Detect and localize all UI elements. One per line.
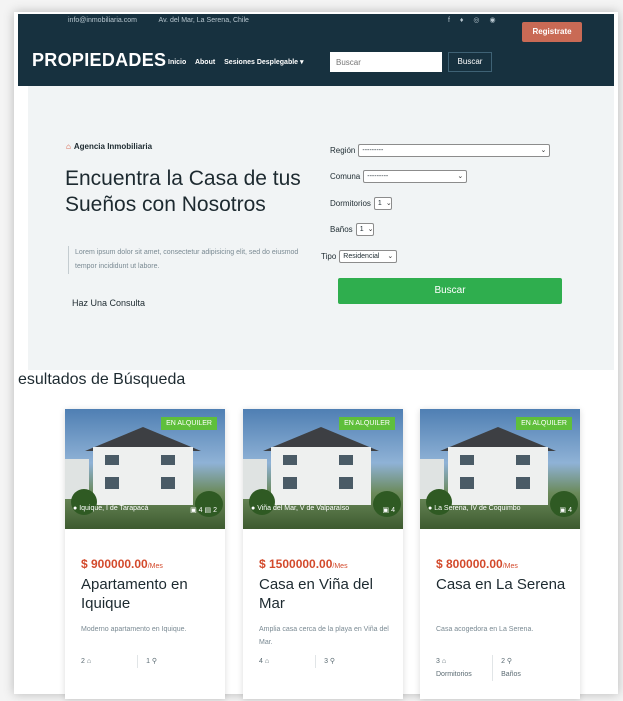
bedrooms-label: Dormitorios	[330, 199, 371, 208]
chevron-down-icon: ⌄	[387, 253, 394, 260]
window	[283, 477, 297, 489]
home-icon: ⌂	[66, 142, 71, 151]
comuna-select[interactable]: --------- ⌄	[363, 170, 468, 183]
property-photo[interactable]: EN ALQUILER ● Viña del Mar, V de Valpara…	[243, 409, 403, 529]
nav-inicio[interactable]: Inicio	[168, 59, 186, 66]
rental-badge: EN ALQUILER	[339, 417, 395, 430]
window	[105, 455, 119, 465]
main-nav: Inicio About Sesiones Desplegable ▾	[168, 58, 311, 66]
property-card[interactable]: EN ALQUILER ● Viña del Mar, V de Valpara…	[243, 409, 403, 699]
property-price: $ 800000.00/Mes	[436, 557, 518, 571]
camera-icon: ▣	[382, 507, 390, 514]
map-pin-icon: ●	[73, 505, 78, 512]
gallery-icon: ▤	[204, 507, 212, 514]
consult-link[interactable]: Haz Una Consulta	[72, 298, 145, 308]
type-label: Tipo	[321, 252, 337, 261]
property-description: Amplia casa cerca de la playa en Viña de…	[259, 626, 389, 646]
location-label: ● La Serena, IV de Coquimbo	[428, 505, 521, 512]
property-photo[interactable]: EN ALQUILER ● Iquique, I de Tarapacá ▣ 4…	[65, 409, 225, 529]
region-label: Región	[330, 146, 356, 155]
property-price: $ 1500000.00/Mes	[259, 557, 348, 571]
agency-label: ⌂ Agencia Inmobiliaria	[66, 142, 153, 151]
map-pin-icon: ●	[251, 505, 256, 512]
property-title[interactable]: Casa en Viña del Mar	[259, 575, 391, 613]
register-button[interactable]: Registrate	[522, 22, 582, 42]
nav-sesiones-dropdown[interactable]: Sesiones Desplegable ▾	[224, 59, 303, 66]
window	[460, 455, 474, 465]
bedrooms-count: 4 ⌂	[259, 655, 317, 668]
property-price: $ 900000.00/Mes	[81, 557, 163, 571]
results-heading: esultados de Búsqueda	[18, 371, 186, 388]
bedrooms-count: 3 ⌂ Dormitorios	[436, 655, 494, 681]
email-text[interactable]: info@inmobiliaria.com	[68, 17, 137, 24]
property-description: Moderno apartamento en Iquique.	[81, 626, 187, 633]
region-select[interactable]: --------- ⌄	[358, 144, 551, 157]
header-search-button[interactable]: Buscar	[448, 52, 492, 72]
type-select[interactable]: Residencial ⌄	[339, 250, 398, 263]
window	[460, 477, 474, 489]
chevron-down-icon: ⌄	[540, 147, 547, 154]
bedrooms-row: Dormitorios 1 ⌄	[330, 197, 392, 210]
bathrooms-count: 1 ⚲	[146, 658, 158, 665]
photo-count: ▣ 4 ▤ 2	[190, 507, 217, 514]
window	[161, 455, 175, 465]
photo-count: ▣ 4	[559, 507, 572, 514]
contact-info: info@inmobiliaria.com Av. del Mar, La Se…	[68, 14, 269, 32]
rental-badge: EN ALQUILER	[161, 417, 217, 430]
bathrooms-label: Baños	[330, 225, 353, 234]
photo-count: ▣ 4	[382, 507, 395, 514]
comuna-row: Comuna --------- ⌄	[330, 170, 468, 183]
property-card[interactable]: EN ALQUILER ● La Serena, IV de Coquimbo …	[420, 409, 580, 699]
chevron-down-icon: ⌄	[457, 173, 464, 180]
nav-about[interactable]: About	[195, 59, 215, 66]
property-photo[interactable]: EN ALQUILER ● La Serena, IV de Coquimbo …	[420, 409, 580, 529]
location-label: ● Iquique, I de Tarapacá	[73, 505, 149, 512]
bathrooms-count: 3 ⚲	[324, 658, 336, 665]
comuna-label: Comuna	[330, 172, 361, 181]
property-features: 3 ⌂ Dormitorios 2 ⚲ Baños	[436, 655, 566, 681]
window	[105, 477, 119, 489]
property-card[interactable]: EN ALQUILER ● Iquique, I de Tarapacá ▣ 4…	[65, 409, 225, 699]
property-description: Casa acogedora en La Serena.	[436, 626, 534, 633]
hero-section: ⌂ Agencia Inmobiliaria Encuentra la Casa …	[28, 86, 614, 370]
window	[283, 455, 297, 465]
bathrooms-select[interactable]: 1 ⌄	[355, 223, 374, 236]
rental-badge: EN ALQUILER	[516, 417, 572, 430]
hero-description: Lorem ipsum dolor sit amet, consectetur …	[68, 246, 312, 274]
camera-icon: ▣	[559, 507, 567, 514]
search-submit-button[interactable]: Buscar	[338, 278, 562, 304]
chevron-down-icon: ⌄	[367, 226, 374, 233]
brand-logo[interactable]: PROPIEDADES	[32, 50, 166, 71]
top-navbar: info@inmobiliaria.com Av. del Mar, La Se…	[18, 14, 614, 86]
location-label: ● Viña del Mar, V de Valparaíso	[251, 505, 350, 512]
search-input[interactable]	[330, 52, 442, 72]
property-features: 2 ⌂ 1 ⚲	[81, 655, 211, 668]
address-text: Av. del Mar, La Serena, Chile	[158, 17, 249, 24]
window	[339, 455, 353, 465]
bathrooms-row: Baños 1 ⌄	[330, 223, 374, 236]
hero-headline: Encuentra la Casa de tus Sueños con Noso…	[65, 167, 301, 216]
map-pin-icon: ●	[428, 505, 433, 512]
bedrooms-count: 2 ⌂	[81, 655, 139, 668]
camera-icon: ▣	[190, 507, 197, 514]
window	[516, 455, 530, 465]
bedrooms-select[interactable]: 1 ⌄	[373, 197, 392, 210]
window	[516, 477, 530, 489]
type-row: Tipo Residencial ⌄	[321, 250, 398, 263]
chevron-down-icon: ⌄	[385, 200, 392, 207]
social-icons[interactable]: f ♦ ◎ ◉	[448, 14, 500, 28]
property-title[interactable]: Apartamento en Iquique	[81, 575, 213, 613]
property-features: 4 ⌂ 3 ⚲	[259, 655, 389, 668]
bathrooms-count: 2 ⚲ Baños	[501, 658, 521, 678]
window	[339, 477, 353, 489]
property-title[interactable]: Casa en La Serena	[436, 575, 568, 594]
region-row: Región --------- ⌄	[330, 144, 551, 157]
window	[161, 477, 175, 489]
